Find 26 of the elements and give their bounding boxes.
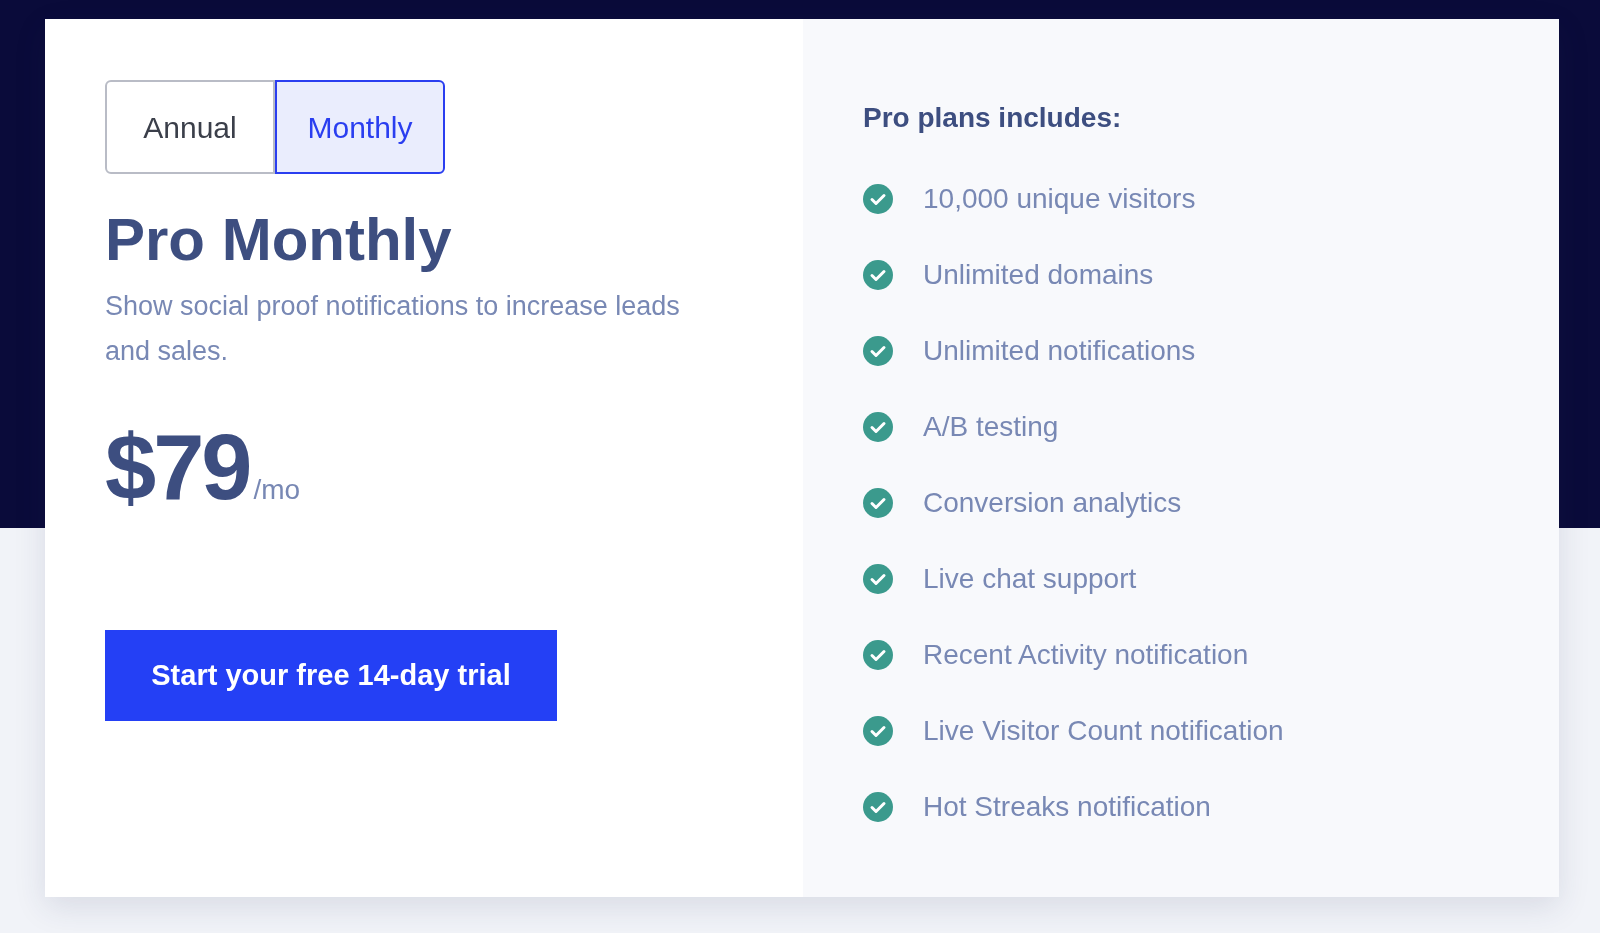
- check-icon: [863, 412, 893, 442]
- feature-text: Unlimited domains: [923, 258, 1154, 292]
- feature-text: 10,000 unique visitors: [923, 182, 1196, 216]
- start-trial-button[interactable]: Start your free 14-day trial: [105, 630, 557, 721]
- feature-text: Conversion analytics: [923, 486, 1182, 520]
- billing-tab[interactable]: Annual: [105, 80, 275, 174]
- price-period: /mo: [253, 473, 301, 507]
- check-icon: [863, 640, 893, 670]
- feature-text: Live chat support: [923, 562, 1137, 596]
- feature-text: A/B testing: [923, 410, 1059, 444]
- check-icon: [863, 184, 893, 214]
- check-icon: [863, 792, 893, 822]
- check-icon: [863, 336, 893, 366]
- check-icon: [863, 260, 893, 290]
- feature-text: Live Visitor Count notification: [923, 714, 1284, 748]
- features-heading: Pro plans includes:: [863, 101, 1123, 135]
- check-icon: [863, 488, 893, 518]
- price: $79: [105, 415, 250, 520]
- plan-description: Show social proof notifications to increase leads and sales.: [105, 290, 681, 368]
- billing-tab[interactable]: Monthly: [275, 80, 445, 174]
- check-icon: [863, 564, 893, 594]
- plan-title: Pro Monthly: [105, 205, 453, 275]
- feature-text: Hot Streaks notification: [923, 790, 1211, 824]
- feature-text: Unlimited notifications: [923, 334, 1196, 368]
- feature-text: Recent Activity notification: [923, 638, 1249, 672]
- check-icon: [863, 716, 893, 746]
